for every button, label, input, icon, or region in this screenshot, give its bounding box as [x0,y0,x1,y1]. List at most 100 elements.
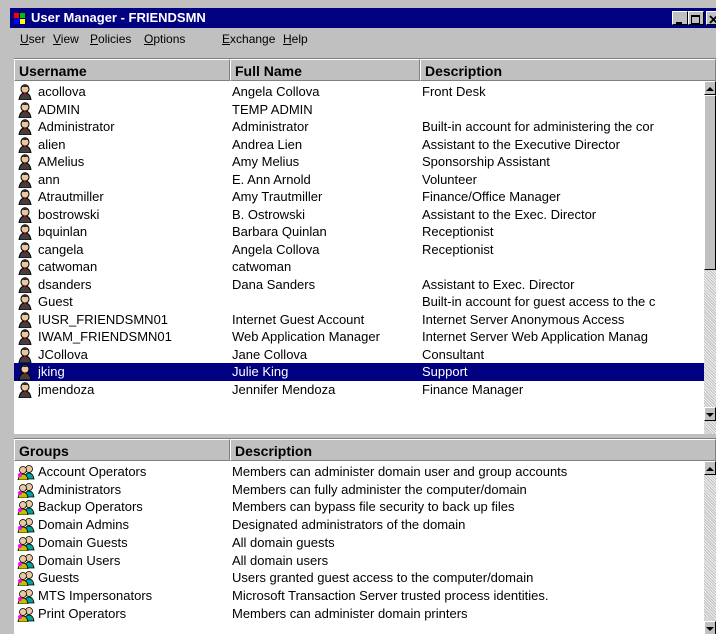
group-row[interactable]: Print Operators Members can administer do… [14,605,704,623]
user-row[interactable]: jmendoza Jennifer Mendoza Finance Manager [14,381,704,399]
group-icon [17,500,35,516]
group-description-column-header[interactable]: Description [230,439,716,461]
maximize-button[interactable] [688,11,704,25]
user-icon [18,84,32,100]
fullname-cell: Amy Melius [232,154,300,169]
group-icon [17,518,35,534]
group-name-cell: Domain Guests [38,534,128,550]
user-row[interactable]: Administrator Administrator Built-in accou… [14,118,704,136]
user-icon [18,259,32,275]
fullname-cell: B. Ostrowski [232,206,305,222]
group-row[interactable]: MTS Impersonators Microsoft Transaction S… [14,587,704,605]
group-description-cell: Designated administrators of the domain [232,517,466,533]
group-name-cell: Account Operators [38,464,147,479]
down-arrow-icon [706,627,714,631]
group-description-cell: All domain guests [232,534,335,550]
username-cell: IWAM_FRIENDSMN01 [38,329,172,344]
user-icon [18,189,32,205]
username-cell: Atrautmiller [38,189,104,204]
user-row[interactable]: bostrowski B. Ostrowski Assistant to the E… [14,206,704,224]
group-icon [17,482,35,498]
menu-user[interactable]: User [20,29,45,49]
description-cell: Assistant to Exec. Director [422,276,575,292]
fullname-column-header[interactable]: Full Name [230,59,420,81]
groups-scrollbar[interactable] [704,461,716,634]
user-row[interactable]: acollova Angela Collova Front Desk [14,83,704,101]
menu-policies[interactable]: Policies [90,29,131,49]
username-cell: Administrator [38,119,115,134]
groups-scroll-down-button[interactable] [704,621,716,634]
menu-help[interactable]: Help [283,29,308,49]
users-scroll-thumb[interactable] [704,95,716,270]
group-row[interactable]: Domain Admins Designated administrators o… [14,516,704,534]
user-row[interactable]: Atrautmiller Amy Trautmiller Finance/Offic… [14,188,704,206]
menu-view[interactable]: View [53,29,79,49]
user-row[interactable]: jking Julie King Support [14,363,704,381]
group-row[interactable]: Guests Users granted guest access to the … [14,569,704,587]
minimize-button[interactable] [672,11,688,25]
user-row[interactable]: ann E. Ann Arnold Volunteer [14,171,704,189]
group-row[interactable]: Domain Guests All domain guests [14,534,704,552]
scroll-down-button[interactable] [704,407,716,421]
group-name-cell: Administrators [38,481,122,497]
user-icon [18,101,32,118]
group-icon [17,606,35,622]
user-row[interactable]: AMelius Amy Melius Sponsorship Assistant [14,153,704,171]
username-column-header[interactable]: Username [14,59,230,81]
group-icon [17,535,35,551]
group-row[interactable]: Administrators Members can fully administ… [14,481,704,499]
group-name-cell: Backup Operators [38,499,143,515]
title-bar[interactable]: User Manager - FRIENDSMN [10,8,716,28]
users-pane: Username Full Name Description acollova A… [14,58,716,435]
username-cell: jmendoza [38,381,95,397]
menu-options[interactable]: Options [144,29,185,49]
group-description-cell: Members can administer domain printers [232,605,468,621]
scroll-up-button[interactable] [704,81,716,95]
menu-bar: User View Policies Options Exchange Help [10,29,716,49]
user-row[interactable]: Guest Built-in account for guest access t… [14,293,704,311]
username-cell: bquinlan [38,224,88,239]
user-row[interactable]: JCollova Jane Collova Consultant [14,346,704,364]
fullname-cell: E. Ann Arnold [232,171,311,187]
users-scrollbar[interactable] [704,81,716,435]
description-column-header[interactable]: Description [420,59,716,81]
group-icon [17,553,35,569]
maximize-icon [691,15,700,24]
user-icon [18,329,32,345]
user-row[interactable]: dsanders Dana Sanders Assistant to Exec. D… [14,276,704,294]
user-row[interactable]: catwoman catwoman [14,258,704,276]
fullname-cell: Barbara Quinlan [232,224,327,239]
groups-scroll-up-button[interactable] [704,461,716,475]
group-description-cell: Microsoft Transaction Server trusted pro… [232,587,549,603]
groups-column-header[interactable]: Groups [14,439,230,461]
username-cell: dsanders [38,276,92,292]
fullname-cell: catwoman [232,259,292,274]
down-arrow-icon [706,413,714,417]
user-row[interactable]: alien Andrea Lien Assistant to the Executi… [14,136,704,154]
username-cell: JCollova [38,346,88,362]
description-cell: Finance/Office Manager [422,189,561,204]
fullname-cell: Web Application Manager [232,329,380,344]
up-arrow-icon [706,467,714,471]
fullname-cell: Jennifer Mendoza [232,381,336,397]
menu-exchange[interactable]: Exchange [222,29,275,49]
username-cell: Guest [38,294,73,309]
user-icon [18,241,32,258]
group-row[interactable]: Account Operators Members can administer … [14,463,704,481]
user-icon [18,119,32,135]
group-name-cell: Domain Users [38,552,121,568]
fullname-cell: Dana Sanders [232,276,316,292]
user-row[interactable]: ADMIN TEMP ADMIN [14,101,704,119]
user-icon [18,171,32,188]
close-button[interactable] [706,11,716,25]
group-row[interactable]: Domain Users All domain users [14,552,704,570]
user-row[interactable]: IUSR_FRIENDSMN01 Internet Guest Account In… [14,311,704,329]
fullname-cell: Angela Collova [232,241,320,257]
description-cell: Finance Manager [422,381,524,397]
description-cell: Sponsorship Assistant [422,154,550,169]
user-row[interactable]: bquinlan Barbara Quinlan Receptionist [14,223,704,241]
user-icon [18,381,32,398]
user-row[interactable]: cangela Angela Collova Receptionist [14,241,704,259]
user-row[interactable]: IWAM_FRIENDSMN01 Web Application Manager I… [14,328,704,346]
group-row[interactable]: Backup Operators Members can bypass file … [14,498,704,516]
